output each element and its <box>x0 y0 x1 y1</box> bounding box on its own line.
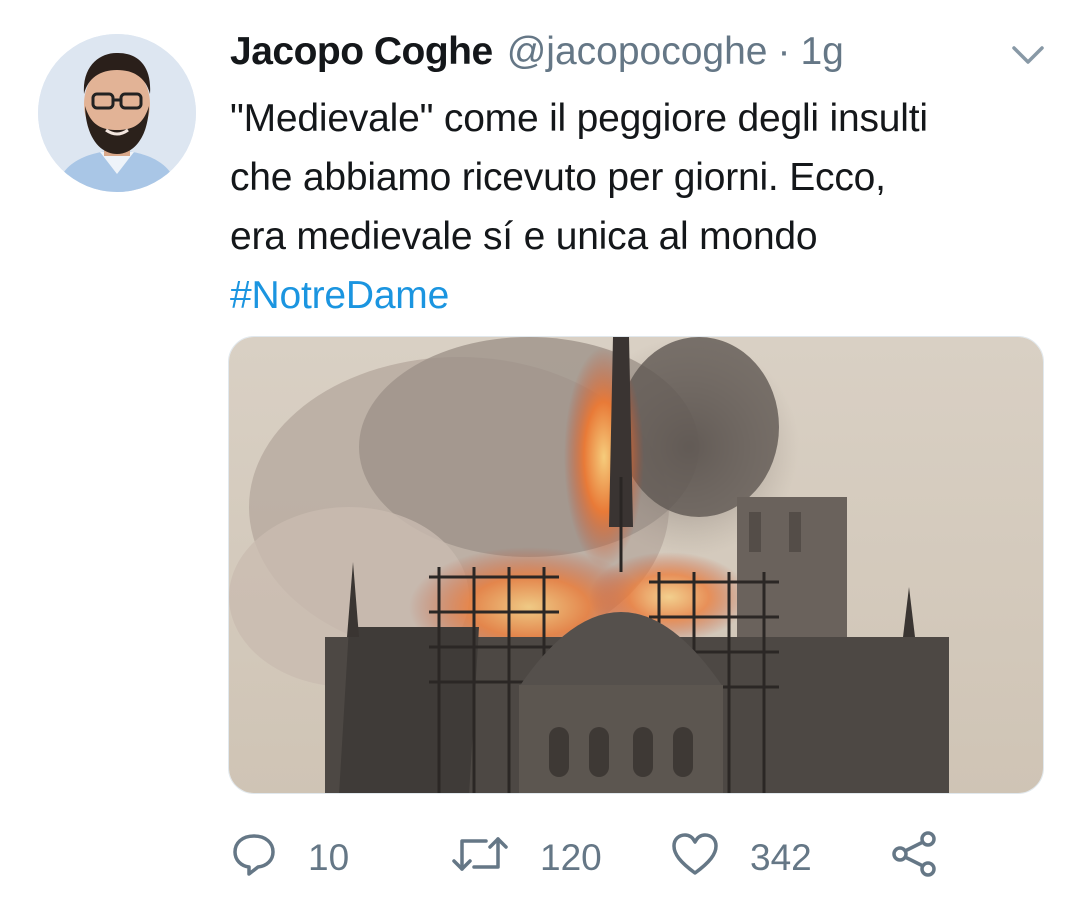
heart-outline-icon <box>670 831 720 886</box>
author-handle[interactable]: @jacopocoghe <box>507 28 768 76</box>
tweet-actions: 10 120 342 <box>228 828 988 888</box>
reply-count: 10 <box>308 837 350 878</box>
like-count: 342 <box>750 837 812 878</box>
notre-dame-fire-photo-icon <box>229 337 1043 793</box>
avatar[interactable] <box>38 34 196 192</box>
author-display-name[interactable]: Jacopo Coghe <box>230 28 493 76</box>
retweet-count: 120 <box>540 837 602 878</box>
share-nodes-icon <box>890 829 940 888</box>
tweet-text: "Medievale" come il peggiore degli insul… <box>230 89 1060 325</box>
tweet-card[interactable]: Jacopo Coghe @jacopocoghe · 1g "Medieval… <box>0 0 1080 906</box>
like-button[interactable]: 342 <box>670 828 812 888</box>
separator-dot: · <box>777 30 791 73</box>
tweet-timestamp[interactable]: 1g <box>800 28 843 76</box>
tweet-media-photo[interactable] <box>228 336 1044 794</box>
share-button[interactable] <box>890 828 940 888</box>
retweet-arrows-icon <box>450 831 510 886</box>
tweet-body: "Medievale" come il peggiore degli insul… <box>230 97 928 258</box>
speech-bubble-icon <box>230 831 278 886</box>
chevron-down-icon[interactable] <box>1010 42 1046 68</box>
avatar-portrait-icon <box>38 34 196 192</box>
reply-button[interactable]: 10 <box>230 828 349 888</box>
retweet-button[interactable]: 120 <box>450 828 602 888</box>
hashtag-link[interactable]: #NotreDame <box>230 274 449 317</box>
tweet-header: Jacopo Coghe @jacopocoghe · 1g <box>230 28 844 76</box>
